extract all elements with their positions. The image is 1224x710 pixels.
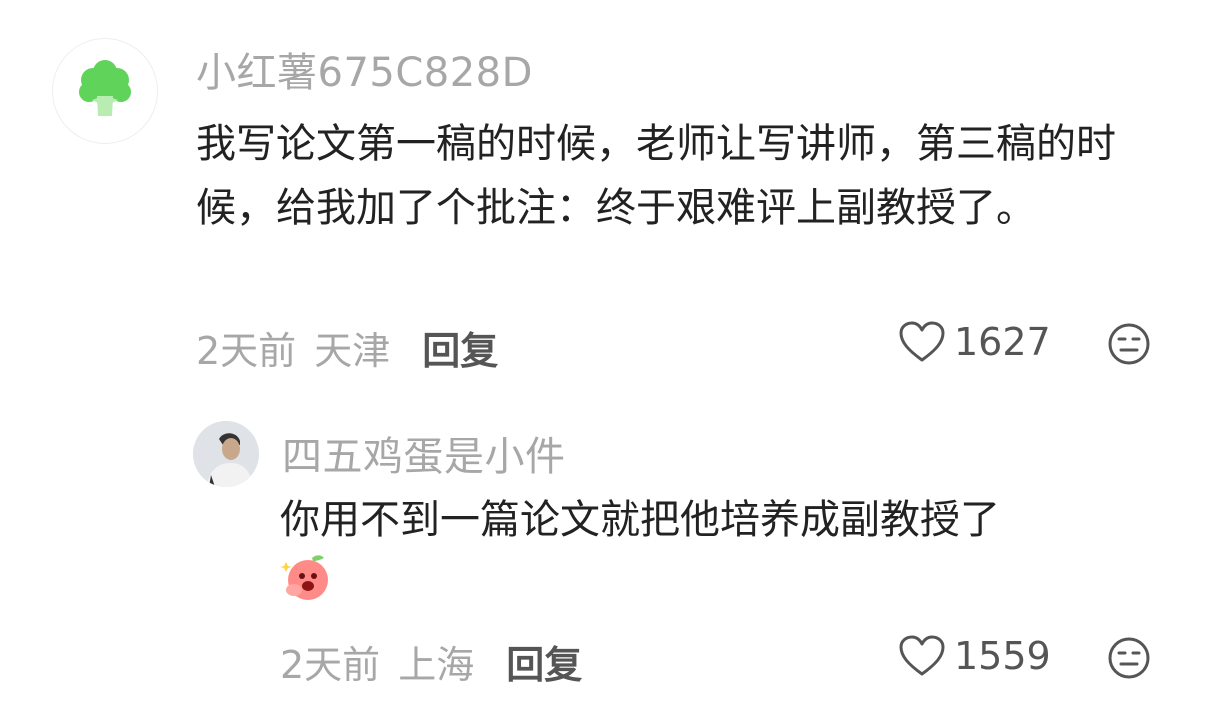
like-count: 1559 [954, 634, 1051, 678]
reply-button[interactable]: 回复 [506, 634, 582, 689]
comment-text: 你用不到一篇论文就把他培养成副教授了 [280, 497, 1000, 543]
like-count: 1627 [954, 320, 1051, 364]
user-photo-avatar [193, 421, 259, 487]
username[interactable]: 小红薯675C828D [196, 40, 533, 98]
timestamp: 2天前 [280, 643, 381, 687]
comment-meta: 2天前 天津 回复 [196, 320, 498, 375]
neutral-face-icon [1108, 323, 1150, 365]
like-button[interactable]: 1559 [898, 634, 1051, 678]
heart-icon [899, 321, 945, 362]
avatar[interactable] [193, 421, 259, 487]
comment-text: 我写论文第一稿的时候，老师让写讲师，第三稿的时候，给我加了个批注：终于艰难评上副… [196, 121, 1116, 231]
location: 上海 [398, 643, 475, 687]
like-button[interactable]: 1627 [898, 320, 1051, 364]
heart-icon [899, 635, 945, 676]
timestamp: 2天前 [196, 329, 297, 373]
username[interactable]: 四五鸡蛋是小件 [282, 424, 566, 482]
broccoli-icon [79, 60, 131, 116]
emoji-reaction-button[interactable] [1107, 636, 1151, 684]
avatar[interactable] [52, 38, 158, 144]
reply-button[interactable]: 回复 [422, 320, 498, 375]
location: 天津 [314, 329, 391, 373]
neutral-face-icon [1108, 637, 1150, 679]
comment-meta: 2天前 上海 回复 [280, 634, 582, 689]
peach-cheer-sticker-icon [280, 552, 332, 608]
emoji-reaction-button[interactable] [1107, 322, 1151, 370]
